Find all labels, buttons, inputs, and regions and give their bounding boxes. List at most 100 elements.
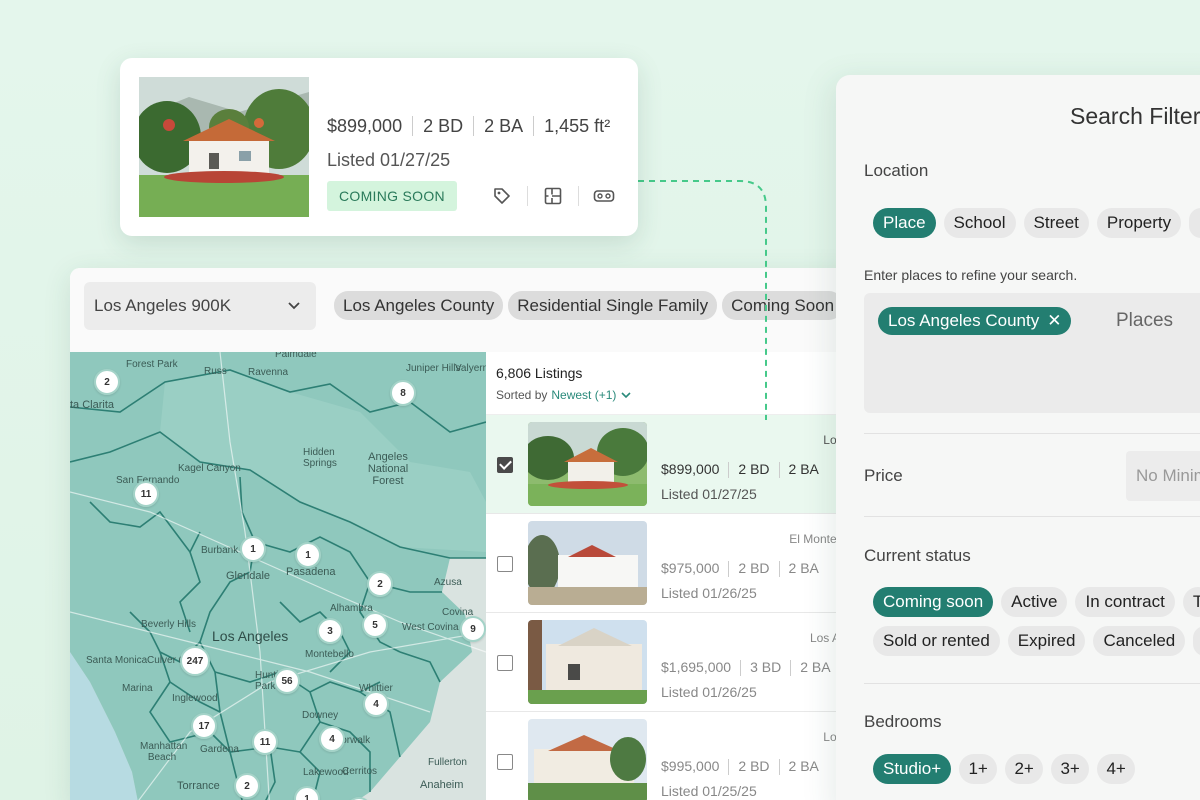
saved-search-label: Los Angeles 900K	[94, 296, 232, 315]
location-type-tabs: Place School Street Property	[873, 208, 1200, 238]
search-filters-panel: Search Filters Location Place School Str…	[836, 75, 1200, 800]
map-label: Glendale	[226, 570, 271, 582]
filter-chip[interactable]: Residential Single Family	[508, 291, 718, 320]
tag-icon[interactable]	[489, 183, 515, 209]
map-label: Hidden Springs	[303, 447, 337, 469]
listing-summary: $1,695,000 3 BD 2 BA	[661, 659, 831, 676]
status-canceled[interactable]: Canceled	[1093, 626, 1186, 656]
listing-photo[interactable]	[528, 620, 647, 704]
listing-summary: $975,000 2 BD 2 BA	[661, 560, 819, 577]
status-badge: COMING SOON	[327, 181, 457, 211]
listing-beds: 2 BD	[738, 461, 770, 477]
listing-checkbox[interactable]	[497, 655, 513, 671]
status-expired[interactable]: Expired	[1007, 626, 1086, 656]
map-label: Torrance	[177, 780, 220, 792]
status-active[interactable]: Active	[1001, 587, 1068, 617]
status-coming-soon[interactable]: Coming soon	[873, 587, 994, 617]
map-label: Inglewood	[172, 693, 218, 704]
map-label: Burbank	[201, 545, 239, 556]
places-input[interactable]: Los Angeles County ✕ Places	[864, 293, 1200, 413]
results-map[interactable]: Forest Park Russ Ravenna Juniper Hills V…	[70, 352, 486, 800]
map-label: Montebello	[305, 649, 354, 660]
map-cluster-marker[interactable]: 56	[274, 668, 300, 694]
filter-chip[interactable]: Los Angeles County	[334, 291, 504, 320]
close-icon[interactable]: ✕	[1047, 311, 1061, 330]
map-cluster-marker[interactable]: 8	[390, 380, 416, 406]
status-sold-or-rented[interactable]: Sold or rented	[873, 626, 1000, 656]
location-tab-place[interactable]: Place	[873, 208, 936, 238]
map-cluster-marker[interactable]: 9	[460, 616, 486, 642]
chevron-down-icon	[288, 302, 300, 310]
map-cluster-marker[interactable]: 2	[94, 369, 120, 395]
sort-value[interactable]: Newest (+1)	[551, 388, 616, 402]
listing-checkbox[interactable]	[497, 457, 513, 473]
listing-row[interactable]: Los An $899,000 2 BD 2 BA Listed 01/27/2…	[486, 415, 870, 514]
featured-baths: 2 BA	[484, 116, 524, 136]
map-cluster-marker[interactable]: 4	[363, 691, 389, 717]
listing-baths: 2 BA	[800, 659, 831, 675]
featured-listing-photo[interactable]	[139, 77, 309, 217]
listing-photo[interactable]	[528, 521, 647, 605]
bedroom-1-plus[interactable]: 1+	[959, 754, 998, 784]
listing-checkbox[interactable]	[497, 556, 513, 572]
map-label: Kagel Canyon	[178, 463, 241, 474]
selected-place-label: Los Angeles County	[888, 311, 1040, 330]
map-cluster-marker[interactable]: 4	[319, 726, 345, 752]
map-label: Fullerton	[428, 757, 467, 768]
status-more-2[interactable]	[1193, 626, 1200, 656]
sort-control[interactable]: Sorted by Newest (+1)	[496, 388, 870, 402]
listing-summary: $899,000 2 BD 2 BA	[661, 461, 819, 478]
saved-search-dropdown[interactable]: Los Angeles 900K	[84, 282, 316, 330]
listing-row[interactable]: Los An $995,000 2 BD 2 BA Listed 01/25/2…	[486, 712, 870, 800]
divider	[864, 516, 1200, 517]
location-tab-property[interactable]: Property	[1096, 208, 1182, 238]
listing-price: $899,000	[661, 461, 720, 477]
map-label: Forest Park	[126, 359, 178, 370]
location-tab-school[interactable]: School	[943, 208, 1016, 238]
map-cluster-marker[interactable]: 3	[317, 618, 343, 644]
map-label: Juniper Hills	[406, 363, 461, 374]
map-cluster-marker[interactable]: 11	[133, 481, 159, 507]
map-cluster-marker[interactable]: 2	[367, 571, 393, 597]
status-more[interactable]: T	[1182, 587, 1200, 617]
floorplan-icon[interactable]	[540, 183, 566, 209]
listing-checkbox[interactable]	[497, 754, 513, 770]
listing-price: $995,000	[661, 758, 720, 774]
filter-chip[interactable]: Coming Soon	[722, 291, 844, 320]
featured-listing-stats: $899,000 2 BD 2 BA 1,455 ft²	[327, 116, 610, 137]
bedroom-studio-plus[interactable]: Studio+	[873, 754, 952, 784]
bedroom-2-plus[interactable]: 2+	[1005, 754, 1044, 784]
listing-row[interactable]: El Monte, CA $975,000 2 BD 2 BA Listed 0…	[486, 514, 870, 613]
divider	[864, 683, 1200, 684]
bedroom-3-plus[interactable]: 3+	[1051, 754, 1090, 784]
listing-date: Listed 01/25/25	[661, 783, 757, 799]
map-label: Angeles National Forest	[367, 451, 409, 487]
map-cluster-marker[interactable]: 11	[252, 729, 278, 755]
status-label: Current status	[864, 546, 971, 565]
map-cluster-marker[interactable]: 1	[295, 542, 321, 568]
location-tab-more[interactable]	[1189, 208, 1200, 238]
listing-row[interactable]: Los Ange $1,695,000 3 BD 2 BA Listed 01/…	[486, 613, 870, 712]
map-cluster-marker[interactable]: 5	[362, 612, 388, 638]
listing-summary: $995,000 2 BD 2 BA	[661, 758, 819, 775]
bedroom-4-plus[interactable]: 4+	[1097, 754, 1136, 784]
vr-tour-icon[interactable]	[591, 183, 617, 209]
status-in-contract[interactable]: In contract	[1075, 587, 1175, 617]
map-cluster-marker[interactable]: 17	[191, 713, 217, 739]
location-tab-street[interactable]: Street	[1023, 208, 1089, 238]
listing-photo[interactable]	[528, 719, 647, 800]
featured-listing-card[interactable]: $899,000 2 BD 2 BA 1,455 ft² Listed 01/2…	[120, 58, 638, 236]
status-options-row-1: Coming soon Active In contract T	[873, 587, 1200, 617]
listing-photo[interactable]	[528, 422, 647, 506]
listing-beds: 2 BD	[738, 758, 770, 774]
map-cluster-marker[interactable]: 2	[234, 773, 260, 799]
map-label: Los Angeles	[212, 628, 289, 644]
map-label: Palmdale	[275, 352, 317, 360]
price-min-input[interactable]: No Minim	[1126, 451, 1200, 501]
selected-place-chip[interactable]: Los Angeles County ✕	[878, 307, 1072, 335]
map-cluster-marker[interactable]: 247	[180, 646, 210, 676]
price-label: Price	[864, 466, 903, 485]
map-cluster-marker[interactable]: 1	[240, 536, 266, 562]
featured-actions	[489, 183, 617, 209]
listing-date: Listed 01/27/25	[661, 486, 757, 502]
